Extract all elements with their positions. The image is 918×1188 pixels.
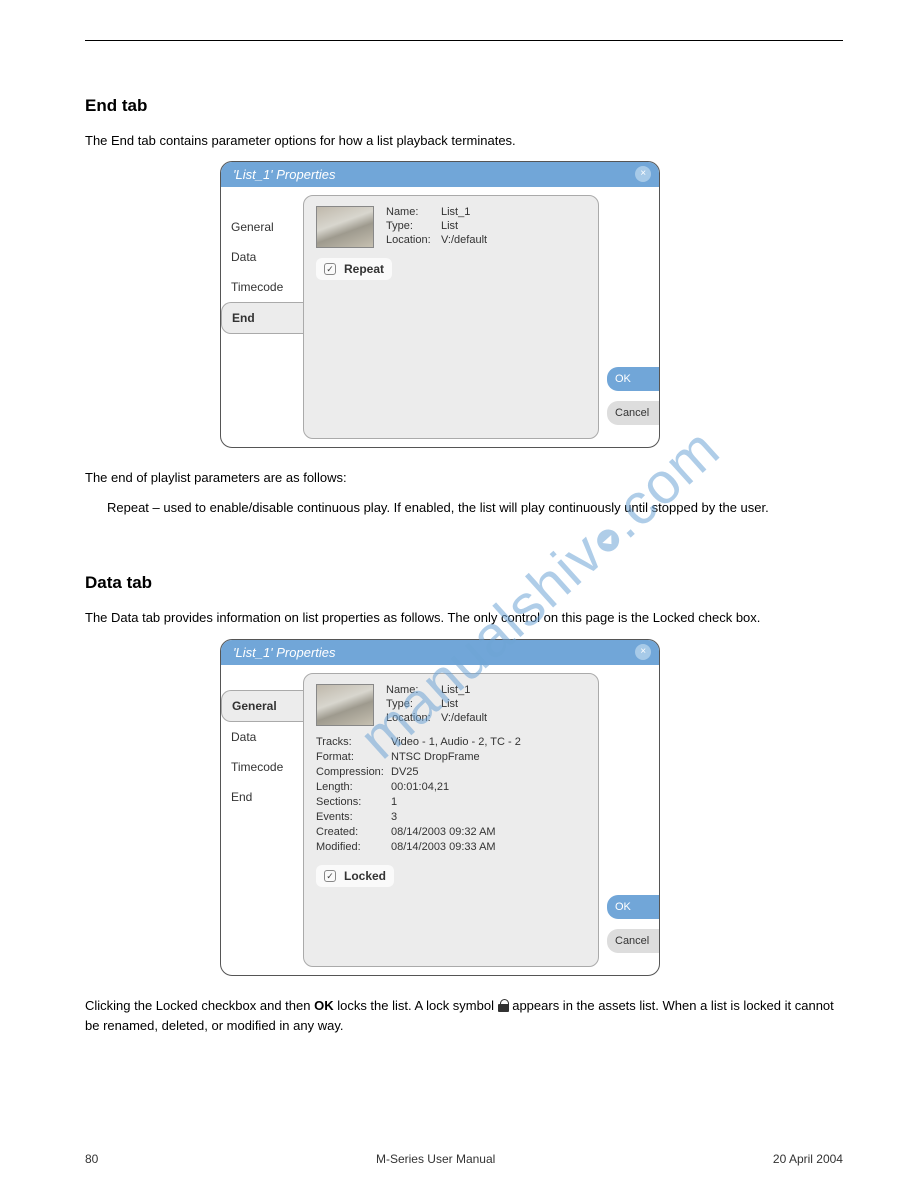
dialog-title: 'List_1' Properties × [221, 162, 659, 187]
cancel-button[interactable]: Cancel [607, 401, 659, 425]
locked-ok-word: OK [314, 998, 334, 1013]
format-value: NTSC DropFrame [391, 751, 480, 763]
tab-end[interactable]: End [221, 302, 303, 334]
properties-dialog-end: 'List_1' Properties × General Data Timec… [220, 161, 660, 448]
ok-button[interactable]: OK [607, 895, 659, 919]
data-tab-panel: Name:List_1 Type:List Location:V:/defaul… [303, 673, 599, 967]
compression-label: Compression: [316, 766, 391, 778]
locked-checkbox-row[interactable]: ✓ Locked [316, 865, 394, 887]
length-value: 00:01:04,21 [391, 781, 449, 793]
name-value: List_1 [441, 206, 470, 218]
repeat-description: Repeat – used to enable/disable continuo… [85, 498, 843, 518]
section-data-tab: Data tab The Data tab provides informati… [85, 573, 843, 1035]
tab-timecode[interactable]: Timecode [221, 752, 303, 782]
name-value: List_1 [441, 684, 470, 696]
dialog-title: 'List_1' Properties × [221, 640, 659, 665]
section-end-tab: End tab The End tab contains parameter o… [85, 96, 843, 518]
tab-end[interactable]: End [221, 782, 303, 812]
tab-data[interactable]: Data [221, 242, 303, 272]
dialog-title-text: 'List_1' Properties [233, 645, 336, 660]
dialog-tabs: General Data Timecode End [221, 665, 303, 975]
tracks-value: Video - 1, Audio - 2, TC - 2 [391, 736, 521, 748]
page-footer: 80 M-Series User Manual 20 April 2004 [85, 1152, 843, 1166]
repeat-label: Repeat [344, 262, 384, 276]
header-rule [85, 40, 843, 41]
close-icon[interactable]: × [635, 644, 651, 660]
ok-button[interactable]: OK [607, 367, 659, 391]
tab-general[interactable]: General [221, 212, 303, 242]
type-value: List [441, 220, 458, 232]
end-tab-heading: End tab [85, 96, 843, 116]
thumbnail-icon [316, 684, 374, 726]
end-tab-intro: The End tab contains parameter options f… [85, 131, 843, 151]
checkmark-icon: ✓ [324, 263, 336, 275]
lock-icon [498, 999, 509, 1012]
dialog-tabs: General Data Timecode End [221, 187, 303, 447]
location-label: Location: [386, 712, 441, 724]
location-label: Location: [386, 234, 441, 246]
locked-description: Clicking the Locked checkbox and then OK… [85, 996, 843, 1036]
watermark-dot-icon [593, 525, 624, 556]
type-label: Type: [386, 220, 441, 232]
tab-general[interactable]: General [221, 690, 303, 722]
tracks-label: Tracks: [316, 736, 391, 748]
properties-dialog-data: 'List_1' Properties × General Data Timec… [220, 639, 660, 976]
format-label: Format: [316, 751, 391, 763]
length-label: Length: [316, 781, 391, 793]
created-value: 08/14/2003 09:32 AM [391, 826, 496, 838]
tab-data[interactable]: Data [221, 722, 303, 752]
page-number: 80 [85, 1152, 98, 1166]
sections-value: 1 [391, 796, 397, 808]
locked-label: Locked [344, 869, 386, 883]
checkmark-icon: ✓ [324, 870, 336, 882]
manual-title: M-Series User Manual [376, 1152, 495, 1166]
tab-timecode[interactable]: Timecode [221, 272, 303, 302]
cancel-button[interactable]: Cancel [607, 929, 659, 953]
created-label: Created: [316, 826, 391, 838]
events-value: 3 [391, 811, 397, 823]
dialog-title-text: 'List_1' Properties [233, 167, 336, 182]
events-label: Events: [316, 811, 391, 823]
sections-label: Sections: [316, 796, 391, 808]
locked-text-a: Clicking the Locked checkbox and then [85, 998, 314, 1013]
type-label: Type: [386, 698, 441, 710]
data-tab-intro: The Data tab provides information on lis… [85, 608, 843, 628]
compression-value: DV25 [391, 766, 419, 778]
close-icon[interactable]: × [635, 166, 651, 182]
locked-text-c: locks the list. A lock symbol [334, 998, 498, 1013]
end-tab-panel: Name:List_1 Type:List Location:V:/defaul… [303, 195, 599, 439]
name-label: Name: [386, 684, 441, 696]
location-value: V:/default [441, 712, 487, 724]
name-label: Name: [386, 206, 441, 218]
modified-label: Modified: [316, 841, 391, 853]
footer-date: 20 April 2004 [773, 1152, 843, 1166]
location-value: V:/default [441, 234, 487, 246]
repeat-checkbox-row[interactable]: ✓ Repeat [316, 258, 392, 280]
end-params-intro: The end of playlist parameters are as fo… [85, 468, 843, 488]
data-tab-heading: Data tab [85, 573, 843, 593]
thumbnail-icon [316, 206, 374, 248]
modified-value: 08/14/2003 09:33 AM [391, 841, 496, 853]
type-value: List [441, 698, 458, 710]
